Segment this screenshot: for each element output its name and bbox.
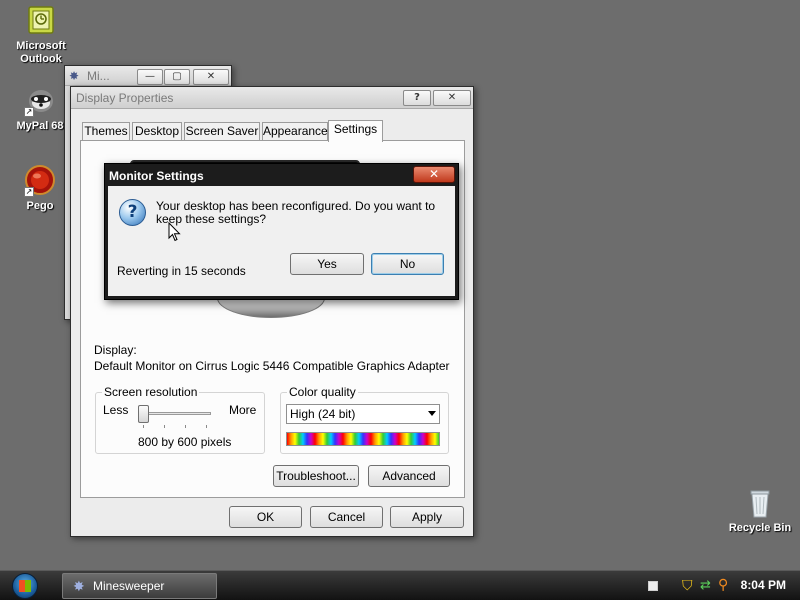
minesweeper-icon: ✸ <box>69 69 80 83</box>
color-quality-spectrum <box>286 432 440 446</box>
color-quality-selected: High (24 bit) <box>290 407 356 421</box>
resolution-slider-ticks <box>143 425 209 428</box>
resolution-less-label: Less <box>103 403 129 417</box>
dialog-title: Monitor Settings <box>109 169 204 183</box>
keyboard-icon[interactable] <box>648 581 658 591</box>
taskbar-item-label: Minesweeper <box>93 579 165 593</box>
display-label: Display: <box>94 343 137 357</box>
desktop-icon-label: Microsoft Outlook <box>16 40 66 65</box>
network-icon[interactable]: ⇄ <box>700 578 711 593</box>
resolution-value: 800 by 600 pixels <box>138 435 232 449</box>
recycle-bin-icon <box>744 487 776 519</box>
windows-flag-icon <box>19 580 31 592</box>
color-quality-legend: Color quality <box>287 385 358 399</box>
background-window-titlebar[interactable]: ✸ Mi... — ▢ ✕ <box>65 66 231 86</box>
taskbar-item-minesweeper[interactable]: ✸ Minesweeper <box>62 573 217 599</box>
dialog-message: Your desktop has been reconfigured. Do y… <box>156 199 436 226</box>
minesweeper-icon: ✸ <box>73 578 85 594</box>
display-properties-titlebar[interactable]: Display Properties ? ✕ <box>71 87 473 109</box>
resolution-slider-track[interactable] <box>141 412 211 415</box>
help-button[interactable]: ? <box>403 90 431 106</box>
tab-screen-saver[interactable]: Screen Saver <box>184 122 260 141</box>
screen-resolution-legend: Screen resolution <box>102 385 200 399</box>
background-window-title: Mi... <box>87 69 110 83</box>
dialog-body: ? Your desktop has been reconfigured. Do… <box>108 186 455 296</box>
outlook-icon <box>25 5 57 37</box>
dialog-close-button[interactable]: ✕ <box>413 166 455 183</box>
minimize-button[interactable]: — <box>137 69 163 85</box>
maximize-button[interactable]: ▢ <box>164 69 190 85</box>
no-button[interactable]: No <box>371 253 444 275</box>
tab-desktop[interactable]: Desktop <box>132 122 182 141</box>
shortcut-arrow-icon: ↗ <box>24 187 34 197</box>
window-title: Display Properties <box>76 91 174 105</box>
advanced-button[interactable]: Advanced <box>368 465 450 487</box>
countdown-text: Reverting in 15 seconds <box>117 264 246 278</box>
troubleshoot-button[interactable]: Troubleshoot... <box>273 465 359 487</box>
ok-button[interactable]: OK <box>229 506 302 528</box>
close-button[interactable]: ✕ <box>193 69 229 85</box>
security-shield-icon[interactable]: ⛉ <box>682 578 693 594</box>
desktop-icon-outlook[interactable]: Microsoft Outlook <box>1 5 81 66</box>
tab-appearance[interactable]: Appearance <box>262 122 328 141</box>
tab-themes[interactable]: Themes <box>82 122 130 141</box>
start-button[interactable] <box>8 571 42 600</box>
resolution-slider-thumb[interactable] <box>138 405 149 423</box>
yes-button[interactable]: Yes <box>290 253 364 275</box>
taskbar: ✸ Minesweeper ⛉ ⇄ ⚲ 8:04 PM <box>0 570 800 600</box>
monitor-settings-dialog[interactable]: Monitor Settings ✕ ? Your desktop has be… <box>104 163 459 300</box>
tab-settings[interactable]: Settings <box>328 120 383 142</box>
pego-icon: ↗ <box>24 165 56 197</box>
search-icon[interactable]: ⚲ <box>718 577 728 593</box>
cancel-button[interactable]: Cancel <box>310 506 383 528</box>
desktop-icon-recycle-bin[interactable]: Recycle Bin <box>720 487 800 535</box>
chevron-down-icon <box>428 411 436 416</box>
mouse-cursor-icon <box>168 222 181 242</box>
close-button[interactable]: ✕ <box>433 90 471 106</box>
question-icon: ? <box>119 199 146 226</box>
desktop-icon-label: Recycle Bin <box>728 522 792 534</box>
color-quality-select[interactable]: High (24 bit) <box>286 404 440 424</box>
mypal-icon: ↗ <box>24 85 56 117</box>
taskbar-clock[interactable]: 8:04 PM <box>741 578 786 592</box>
shortcut-arrow-icon: ↗ <box>24 107 34 117</box>
apply-button[interactable]: Apply <box>390 506 464 528</box>
resolution-more-label: More <box>229 403 257 417</box>
display-adapter-name: Default Monitor on Cirrus Logic 5446 Com… <box>94 359 450 373</box>
